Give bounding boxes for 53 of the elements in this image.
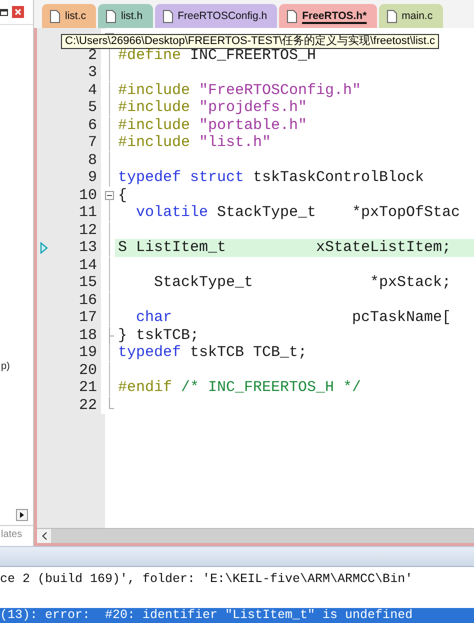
line-number: 13 xyxy=(78,239,98,256)
line-number: 8 xyxy=(86,152,98,169)
line-number: 10 xyxy=(78,186,98,204)
file-tab[interactable]: list.h xyxy=(98,4,153,28)
code-line: volatile StackType_t *pxTopOfStac xyxy=(135,204,462,222)
code-line: #define INC_FREERTOS_H xyxy=(117,46,318,64)
panel-text: p) xyxy=(0,361,11,372)
file-icon xyxy=(287,10,298,22)
line-number: 21 xyxy=(78,379,98,396)
code-line: #include "FreeRTOSConfig.h" xyxy=(117,82,362,99)
path-tooltip: C:\Users\26966\Desktop\FREERTOS-TEST\任务的定义与实现\freetost\list.c xyxy=(61,34,440,49)
code-line: #include "projdefs.h" xyxy=(117,99,308,116)
code-line: StackType_t *pxStack; xyxy=(153,274,452,292)
file-icon xyxy=(386,10,397,22)
file-icon xyxy=(50,10,60,22)
line-number: 14 xyxy=(78,256,98,274)
horizontal-scrollbar[interactable] xyxy=(37,528,474,543)
code-line: #include "portable.h" xyxy=(117,116,308,134)
line-number: 7 xyxy=(86,134,98,152)
line-number: 15 xyxy=(78,274,98,292)
build-output-line[interactable]: ce 2 (build 169)', folder: 'E:\KEIL-five\ARM\ARMCC\Bin' xyxy=(0,567,474,587)
file-tab[interactable]: FreeRTOS.h* xyxy=(279,4,377,28)
line-number: 9 xyxy=(86,169,98,186)
line-number: 12 xyxy=(78,222,98,239)
code-line: { xyxy=(117,186,128,204)
window-icon[interactable] xyxy=(0,8,9,16)
close-icon[interactable] xyxy=(12,6,24,18)
code-line: typedef struct tskTaskControlBlock xyxy=(117,169,426,186)
code-line: char pcTaskName[ xyxy=(135,309,452,326)
scroll-left-icon[interactable] xyxy=(42,532,46,540)
line-number: 11 xyxy=(78,204,98,222)
file-icon xyxy=(162,10,173,22)
line-number: 20 xyxy=(78,362,98,379)
line-number: 19 xyxy=(78,344,98,362)
line-number: 22 xyxy=(78,396,98,414)
code-line: #endif /* INC_FREERTOS_H */ xyxy=(117,379,362,396)
code-line: typedef tskTCB TCB_t; xyxy=(117,344,308,362)
line-number: 17 xyxy=(78,309,98,326)
code-line: #include "list.h" xyxy=(117,134,272,152)
file-tab[interactable]: list.c xyxy=(42,4,96,28)
line-number: 5 xyxy=(86,99,98,116)
file-icon xyxy=(106,10,116,22)
file-tab[interactable]: FreeRTOSConfig.h xyxy=(154,4,278,28)
file-tab[interactable]: main.c xyxy=(378,4,443,28)
line-number: 18 xyxy=(78,326,98,344)
line-number: 16 xyxy=(78,292,98,309)
line-number: 2 xyxy=(86,46,98,64)
scroll-right-button[interactable] xyxy=(16,509,28,521)
code-line: } tskTCB; xyxy=(117,326,200,344)
arrow-right-icon xyxy=(20,512,24,518)
line-number: 3 xyxy=(86,64,98,82)
line-number: 6 xyxy=(86,116,98,134)
line-number: 4 xyxy=(86,82,98,99)
